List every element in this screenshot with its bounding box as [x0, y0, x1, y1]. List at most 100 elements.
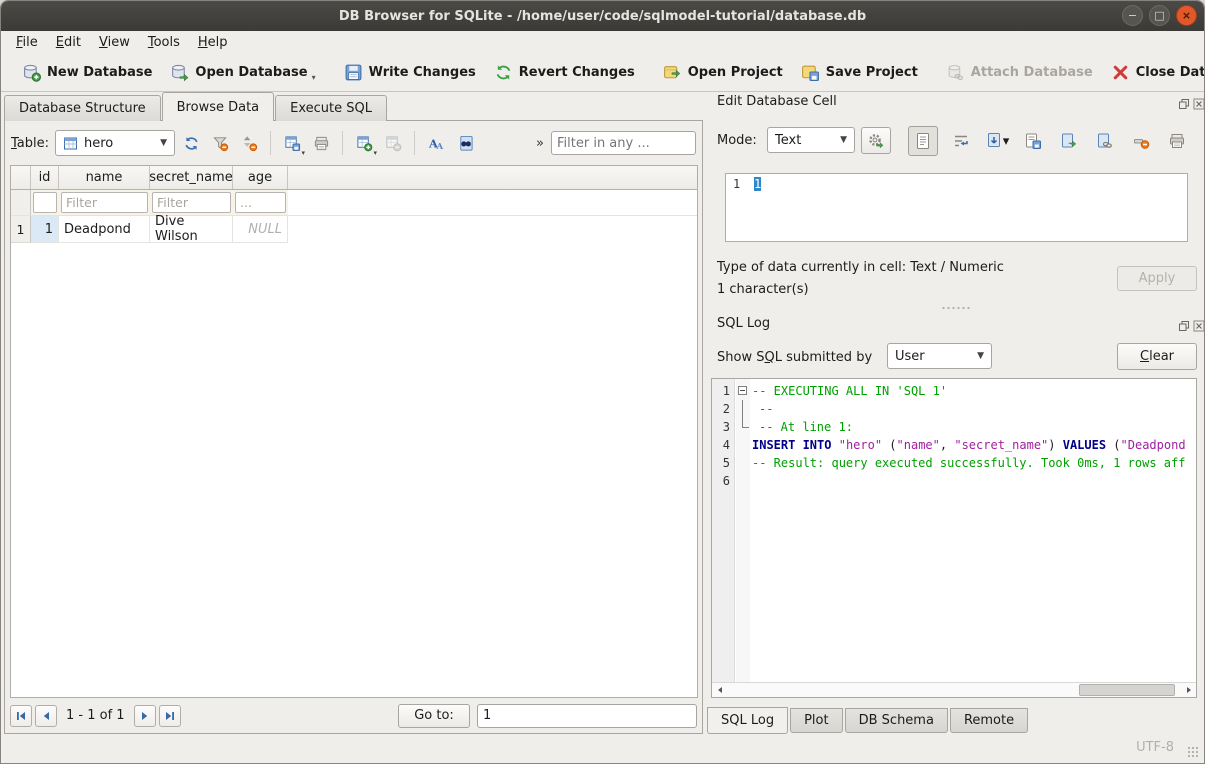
refresh-button[interactable]	[178, 130, 204, 156]
menu-item-view[interactable]: View	[90, 32, 139, 53]
auto-apply-button[interactable]	[861, 127, 891, 154]
find-button[interactable]	[452, 130, 478, 156]
filter-input-secret-name[interactable]	[152, 192, 231, 213]
clear-filters-button[interactable]	[207, 130, 233, 156]
cell-age[interactable]: NULL	[233, 216, 288, 243]
column-header-age[interactable]: age	[233, 166, 288, 189]
print-icon	[1168, 132, 1186, 150]
export-data-button[interactable]	[1020, 128, 1046, 154]
close-database-button[interactable]: Close Database	[1102, 59, 1205, 86]
log-keyword: INSERT INTO	[752, 438, 831, 452]
print-cell-button[interactable]	[1164, 128, 1190, 154]
goto-button[interactable]: Go to:	[398, 704, 470, 728]
dock-splitter-handle[interactable]	[941, 306, 971, 310]
import-data-button[interactable]: ▾	[984, 128, 1010, 154]
attach-database-button[interactable]: Attach Database	[937, 59, 1102, 86]
save-project-button[interactable]: Save Project	[792, 59, 927, 86]
table-selector[interactable]: hero ▼	[55, 130, 175, 156]
title-bar[interactable]: DB Browser for SQLite - /home/user/code/…	[1, 1, 1204, 31]
fold-line	[742, 427, 749, 428]
attach-database-icon	[946, 63, 965, 82]
dock-close-button[interactable]	[1192, 97, 1205, 110]
last-record-button[interactable]	[159, 705, 181, 727]
menu-item-edit[interactable]: Edit	[47, 32, 90, 53]
find-icon	[457, 135, 474, 152]
close-button[interactable]: ×	[1176, 5, 1197, 26]
open-project-button[interactable]: Open Project	[654, 59, 792, 86]
clear-sorting-button[interactable]	[236, 130, 262, 156]
scroll-left-button[interactable]	[712, 683, 727, 697]
dock-tab-plot[interactable]: Plot	[790, 708, 843, 733]
column-header-id[interactable]: id	[31, 166, 59, 189]
dock-tab-sql-log[interactable]: SQL Log	[707, 707, 788, 734]
tab-database-structure[interactable]: Database Structure	[4, 95, 161, 121]
dock-tab-remote[interactable]: Remote	[950, 708, 1028, 733]
cell-editor-text: 1	[752, 174, 761, 241]
revert-changes-button[interactable]: Revert Changes	[485, 59, 644, 86]
new-record-button[interactable]: ▾	[351, 130, 377, 156]
toolbar-overflow-chevron[interactable]: »	[532, 136, 548, 151]
goto-button-label: Go to:	[414, 708, 454, 723]
print-icon	[313, 135, 330, 152]
cell-editor[interactable]: 1 1	[725, 173, 1188, 242]
filter-cell-secret-name	[150, 190, 233, 215]
fold-collapse-icon[interactable]	[738, 386, 747, 395]
new-database-button[interactable]: New Database	[13, 59, 161, 86]
sql-log-filter-selector[interactable]: User ▼	[887, 343, 992, 369]
delete-record-button[interactable]	[380, 130, 406, 156]
cell-id[interactable]: 1	[31, 216, 59, 243]
scrollbar-thumb[interactable]	[1079, 684, 1175, 696]
log-fold-margin[interactable]	[736, 379, 750, 682]
log-string: "hero"	[839, 438, 882, 452]
set-null-button[interactable]	[1128, 128, 1154, 154]
filter-input-age[interactable]	[235, 192, 286, 213]
window-controls: − □ ×	[1122, 5, 1197, 26]
print-button[interactable]	[308, 130, 334, 156]
previous-page-icon	[40, 710, 52, 722]
column-header-name[interactable]: name	[59, 166, 150, 189]
first-record-button[interactable]	[10, 705, 32, 727]
save-results-button[interactable]: ▾	[279, 130, 305, 156]
dock-float-button[interactable]	[1177, 319, 1190, 332]
apply-button[interactable]: Apply	[1117, 266, 1197, 291]
text-mode-button[interactable]	[908, 126, 938, 156]
open-in-app-button[interactable]	[1092, 128, 1118, 154]
dock-float-button[interactable]	[1177, 97, 1190, 110]
filter-input-id[interactable]	[33, 192, 57, 213]
cell-secret-name[interactable]: Dive Wilson	[150, 216, 233, 243]
scroll-right-button[interactable]	[1181, 683, 1196, 697]
maximize-button[interactable]: □	[1149, 5, 1170, 26]
open-database-button[interactable]: Open Database ▾	[161, 59, 324, 86]
dock-tab-db-schema[interactable]: DB Schema	[845, 708, 948, 733]
save-as-button[interactable]	[1056, 128, 1082, 154]
clear-log-button[interactable]: Clear	[1117, 343, 1197, 370]
mode-selector[interactable]: Text ▼	[767, 127, 855, 153]
filter-input-name[interactable]	[61, 192, 148, 213]
minimize-button[interactable]: −	[1122, 5, 1143, 26]
open-database-dropdown-icon[interactable]: ▾	[312, 73, 316, 82]
log-horizontal-scrollbar[interactable]	[712, 682, 1196, 697]
main-toolbar: New Database Open Database ▾ Write Chang…	[1, 54, 1204, 92]
log-line	[752, 472, 1196, 490]
menu-item-help[interactable]: Help	[189, 32, 237, 53]
tab-execute-sql[interactable]: Execute SQL	[275, 95, 387, 121]
font-settings-button[interactable]: AA	[423, 130, 449, 156]
menu-item-tools[interactable]: Tools	[139, 32, 189, 53]
tab-browse-data[interactable]: Browse Data	[162, 92, 275, 121]
column-header-secret-name[interactable]: secret_name	[150, 166, 233, 189]
close-database-label: Close Database	[1136, 65, 1205, 80]
sql-log-filter-label: Show SQL submitted by	[717, 350, 872, 365]
goto-input[interactable]	[477, 704, 697, 728]
next-record-button[interactable]	[134, 705, 156, 727]
word-wrap-button[interactable]	[948, 128, 974, 154]
resize-grip[interactable]	[1187, 746, 1200, 759]
log-text-plain	[831, 438, 838, 452]
cell-name[interactable]: Deadpond	[59, 216, 150, 243]
dock-close-button[interactable]	[1192, 319, 1205, 332]
filter-any-input[interactable]	[551, 131, 696, 155]
sql-log-view[interactable]: 123456 -- EXECUTING ALL IN 'SQL 1'---- A…	[711, 378, 1197, 698]
write-changes-button[interactable]: Write Changes	[335, 59, 485, 86]
previous-record-button[interactable]	[35, 705, 57, 727]
row-number[interactable]: 1	[11, 216, 31, 243]
menu-item-file[interactable]: File	[7, 32, 47, 53]
